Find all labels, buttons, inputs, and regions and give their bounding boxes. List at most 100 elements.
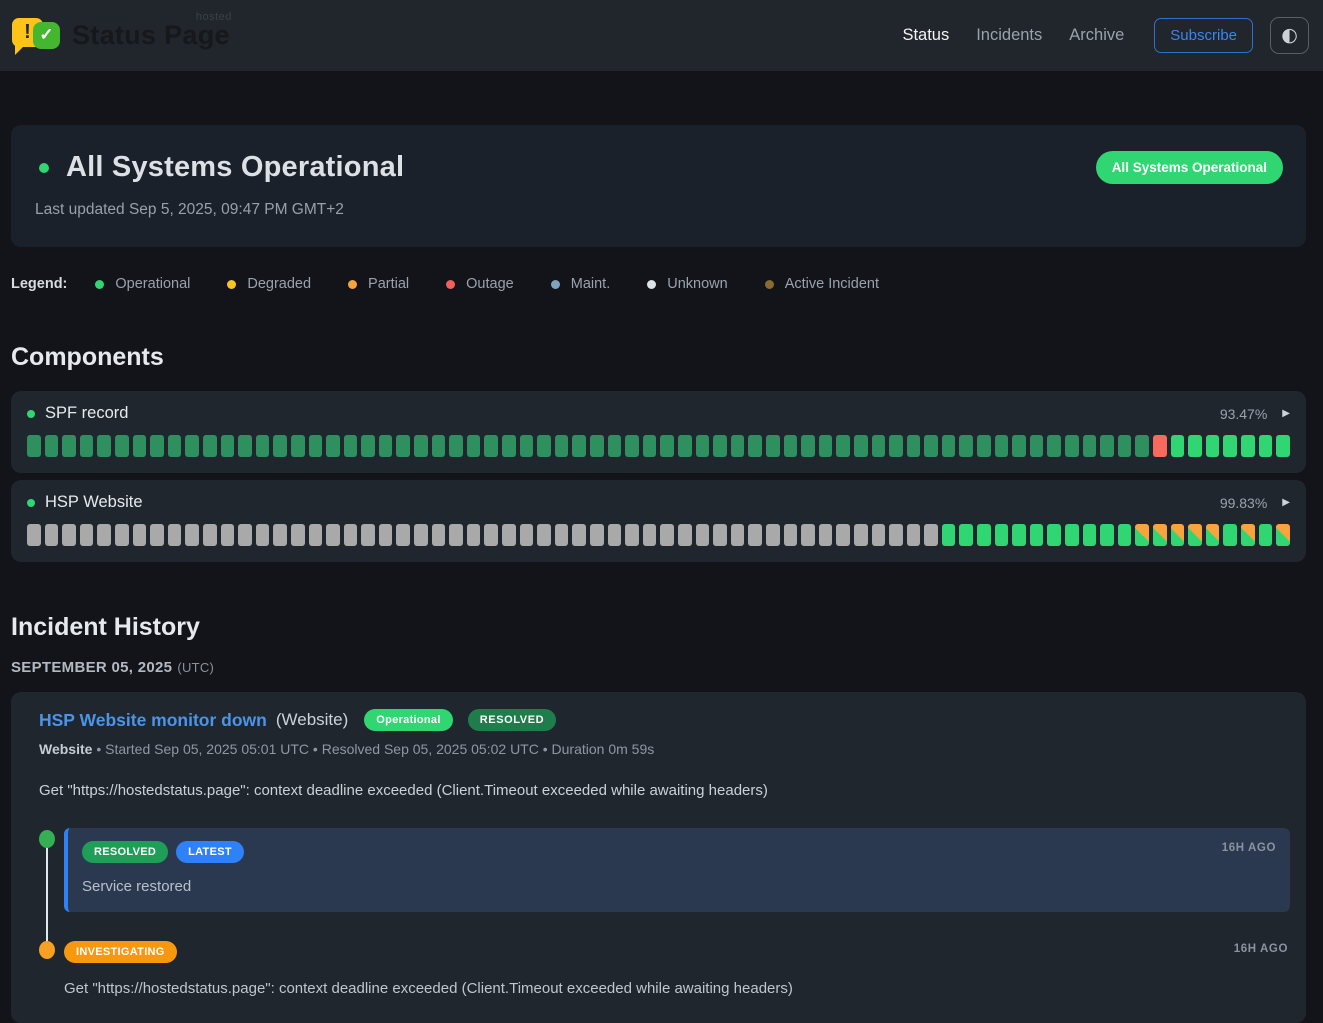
uptime-bar-muted[interactable]: [942, 435, 956, 457]
uptime-bar-muted[interactable]: [1118, 435, 1132, 457]
uptime-bar-muted[interactable]: [449, 435, 463, 457]
uptime-bar-bright[interactable]: [959, 524, 973, 546]
uptime-bar-gray[interactable]: [907, 524, 921, 546]
uptime-bar-muted[interactable]: [819, 435, 833, 457]
uptime-bar-muted[interactable]: [1012, 435, 1026, 457]
uptime-bar-muted[interactable]: [291, 435, 305, 457]
nav-archive[interactable]: Archive: [1069, 26, 1124, 45]
uptime-bar-muted[interactable]: [696, 435, 710, 457]
uptime-bar-bright[interactable]: [977, 524, 991, 546]
uptime-bar-gray[interactable]: [449, 524, 463, 546]
logo[interactable]: ! ✓ Status Page hosted: [12, 13, 230, 59]
uptime-bar-muted[interactable]: [133, 435, 147, 457]
uptime-bar-gray[interactable]: [150, 524, 164, 546]
uptime-bar-gray[interactable]: [854, 524, 868, 546]
uptime-bar-muted[interactable]: [836, 435, 850, 457]
uptime-bar-muted[interactable]: [572, 435, 586, 457]
uptime-bar-bright[interactable]: [1223, 435, 1237, 457]
uptime-bar-muted[interactable]: [45, 435, 59, 457]
uptime-bar-gray[interactable]: [344, 524, 358, 546]
uptime-bar-gray[interactable]: [62, 524, 76, 546]
uptime-bar-muted[interactable]: [801, 435, 815, 457]
uptime-bar-bright[interactable]: [1171, 435, 1185, 457]
uptime-bar-muted[interactable]: [977, 435, 991, 457]
uptime-bar-bright[interactable]: [1047, 524, 1061, 546]
uptime-bar-gray[interactable]: [414, 524, 428, 546]
uptime-bar-gray[interactable]: [396, 524, 410, 546]
uptime-bar-gray[interactable]: [889, 524, 903, 546]
uptime-bar-muted[interactable]: [309, 435, 323, 457]
uptime-bar-muted[interactable]: [924, 435, 938, 457]
uptime-bar-diag[interactable]: [1135, 524, 1149, 546]
uptime-bar-gray[interactable]: [696, 524, 710, 546]
uptime-bar-muted[interactable]: [1100, 435, 1114, 457]
uptime-bar-gray[interactable]: [537, 524, 551, 546]
uptime-bar-gray[interactable]: [625, 524, 639, 546]
uptime-bar-muted[interactable]: [678, 435, 692, 457]
uptime-bar-gray[interactable]: [361, 524, 375, 546]
uptime-bar-gray[interactable]: [784, 524, 798, 546]
uptime-bar-diag[interactable]: [1153, 524, 1167, 546]
uptime-bar-diag[interactable]: [1188, 524, 1202, 546]
uptime-bar-muted[interactable]: [995, 435, 1009, 457]
uptime-bar-gray[interactable]: [502, 524, 516, 546]
uptime-bar-muted[interactable]: [731, 435, 745, 457]
uptime-bar-muted[interactable]: [80, 435, 94, 457]
uptime-bar-muted[interactable]: [185, 435, 199, 457]
uptime-bar-muted[interactable]: [432, 435, 446, 457]
uptime-bar-gray[interactable]: [27, 524, 41, 546]
uptime-bar-gray[interactable]: [520, 524, 534, 546]
expand-arrow-icon[interactable]: ▶: [1282, 497, 1290, 508]
uptime-bar-gray[interactable]: [748, 524, 762, 546]
uptime-bar-muted[interactable]: [379, 435, 393, 457]
uptime-bar-bright[interactable]: [1065, 524, 1079, 546]
uptime-bar-bright[interactable]: [1223, 524, 1237, 546]
uptime-bar-gray[interactable]: [555, 524, 569, 546]
uptime-bar-muted[interactable]: [344, 435, 358, 457]
uptime-bar-gray[interactable]: [309, 524, 323, 546]
uptime-bar-bright[interactable]: [1241, 435, 1255, 457]
uptime-bar-muted[interactable]: [326, 435, 340, 457]
uptime-bar-diag[interactable]: [1171, 524, 1185, 546]
uptime-bar-muted[interactable]: [484, 435, 498, 457]
uptime-bar-bright[interactable]: [1030, 524, 1044, 546]
uptime-bar-gray[interactable]: [819, 524, 833, 546]
uptime-bar-gray[interactable]: [572, 524, 586, 546]
uptime-bar-gray[interactable]: [221, 524, 235, 546]
uptime-bar-gray[interactable]: [678, 524, 692, 546]
uptime-bar-bright[interactable]: [1100, 524, 1114, 546]
uptime-bar-gray[interactable]: [168, 524, 182, 546]
uptime-bar-muted[interactable]: [1135, 435, 1149, 457]
uptime-bar-gray[interactable]: [801, 524, 815, 546]
uptime-bar-bright[interactable]: [1206, 435, 1220, 457]
uptime-bar-gray[interactable]: [97, 524, 111, 546]
uptime-bar-muted[interactable]: [555, 435, 569, 457]
uptime-bar-gray[interactable]: [80, 524, 94, 546]
uptime-bar-muted[interactable]: [27, 435, 41, 457]
uptime-bar-bright[interactable]: [1259, 435, 1273, 457]
uptime-bar-muted[interactable]: [590, 435, 604, 457]
uptime-bar-muted[interactable]: [1030, 435, 1044, 457]
uptime-bar-muted[interactable]: [608, 435, 622, 457]
uptime-bar-muted[interactable]: [520, 435, 534, 457]
uptime-bar-muted[interactable]: [959, 435, 973, 457]
uptime-bar-muted[interactable]: [766, 435, 780, 457]
uptime-bar-muted[interactable]: [854, 435, 868, 457]
uptime-bar-gray[interactable]: [484, 524, 498, 546]
uptime-bar-muted[interactable]: [872, 435, 886, 457]
uptime-bar-diag[interactable]: [1241, 524, 1255, 546]
uptime-bar-gray[interactable]: [115, 524, 129, 546]
uptime-bar-muted[interactable]: [203, 435, 217, 457]
uptime-bar-muted[interactable]: [889, 435, 903, 457]
uptime-bar-gray[interactable]: [432, 524, 446, 546]
uptime-bar-muted[interactable]: [467, 435, 481, 457]
uptime-bar-red[interactable]: [1153, 435, 1167, 457]
uptime-bar-gray[interactable]: [291, 524, 305, 546]
expand-arrow-icon[interactable]: ▶: [1282, 408, 1290, 419]
uptime-bar-muted[interactable]: [625, 435, 639, 457]
uptime-bar-bright[interactable]: [1188, 435, 1202, 457]
uptime-bar-muted[interactable]: [150, 435, 164, 457]
uptime-bar-muted[interactable]: [1083, 435, 1097, 457]
uptime-bar-gray[interactable]: [660, 524, 674, 546]
uptime-bar-muted[interactable]: [643, 435, 657, 457]
